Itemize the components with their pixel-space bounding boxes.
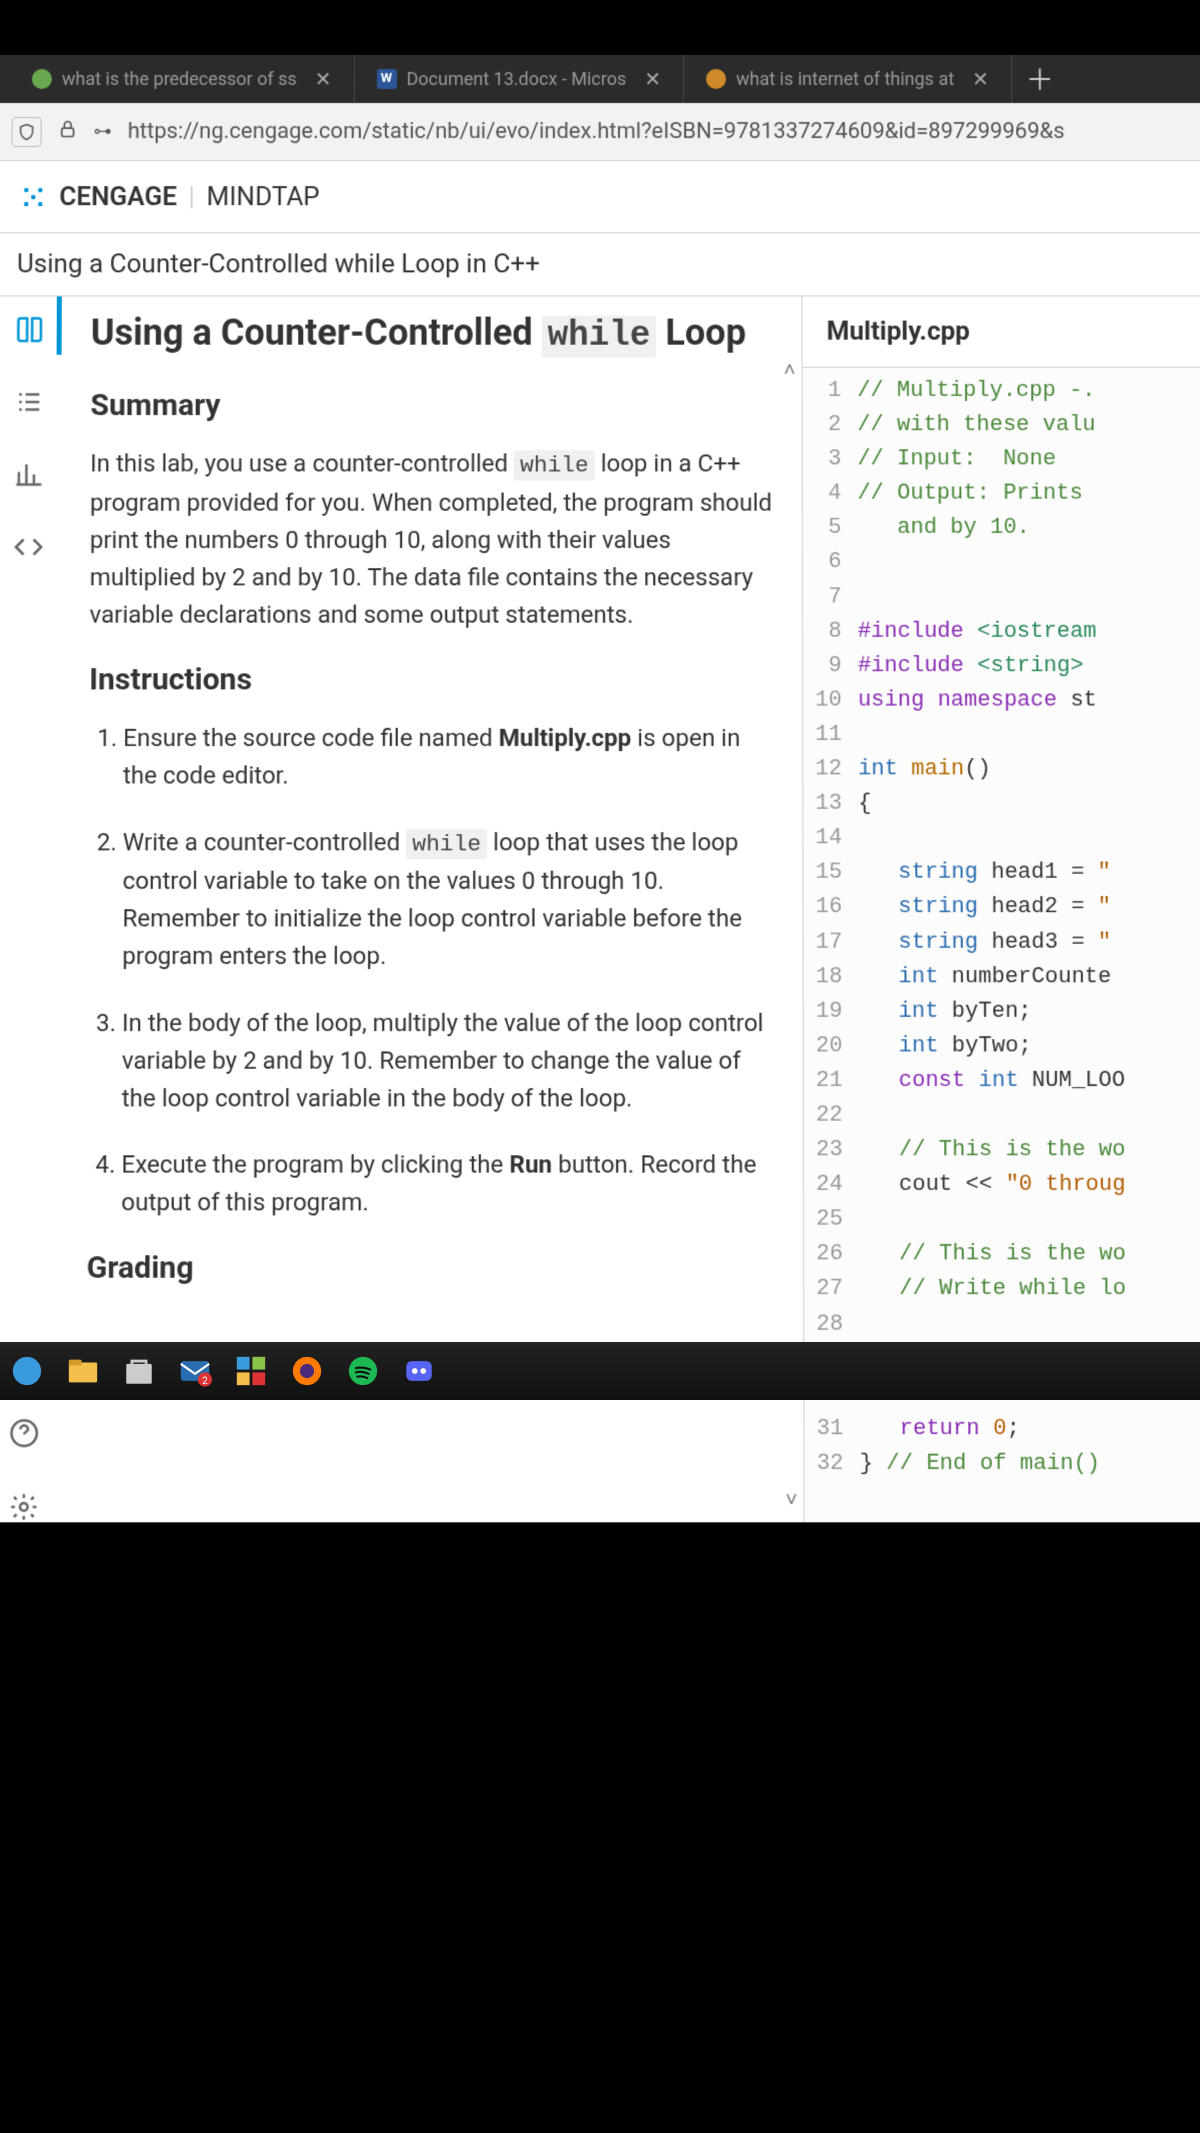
- list-item: Execute the program by clicking the Run …: [121, 1146, 775, 1222]
- list-item: In the body of the loop, multiply the va…: [122, 1004, 775, 1118]
- lesson-title: Using a Counter-Controlled while Loop in…: [0, 233, 1200, 296]
- address-bar: ⊶ https://ng.cengage.com/static/nb/ui/ev…: [0, 103, 1200, 161]
- firefox-icon[interactable]: [290, 1354, 324, 1388]
- left-icon-rail: [0, 296, 61, 1522]
- lock-icon[interactable]: [58, 119, 78, 145]
- tab-title: Document 13.docx - Micros: [406, 68, 626, 89]
- instructions-list: Ensure the source code file named Multip…: [87, 720, 775, 1222]
- browser-tab[interactable]: what is the predecessor of ss ✕: [10, 55, 355, 103]
- brand-cengage: CENGAGE: [59, 182, 177, 212]
- tab-favicon: [32, 69, 52, 89]
- code-icon[interactable]: [13, 532, 43, 562]
- checklist-icon[interactable]: [14, 387, 44, 417]
- svg-text:2: 2: [202, 1376, 208, 1387]
- discord-icon[interactable]: [402, 1354, 436, 1388]
- shield-icon[interactable]: [12, 117, 42, 147]
- spotify-icon[interactable]: [346, 1354, 380, 1388]
- cengage-header: CENGAGE | MINDTAP: [0, 161, 1200, 233]
- url-text[interactable]: https://ng.cengage.com/static/nb/ui/evo/…: [128, 119, 1189, 144]
- settings-icon[interactable]: [8, 1492, 39, 1523]
- brand-mindtap: MINDTAP: [207, 182, 320, 212]
- close-icon[interactable]: ✕: [315, 67, 332, 91]
- code-inline: while: [542, 316, 657, 358]
- browser-tab-strip: what is the predecessor of ss ✕ W Docume…: [0, 55, 1200, 103]
- tab-title: what is internet of things at: [736, 68, 954, 89]
- file-explorer-icon[interactable]: [66, 1354, 100, 1388]
- grading-heading: Grading: [87, 1251, 775, 1287]
- store-icon[interactable]: [122, 1354, 156, 1388]
- list-item: Write a counter-controlled while loop th…: [122, 824, 774, 976]
- editor-tab[interactable]: Multiply.cpp: [802, 296, 1200, 367]
- help-icon[interactable]: [8, 1418, 39, 1449]
- tab-favicon: [706, 69, 726, 89]
- site-settings-icon[interactable]: ⊶: [94, 121, 112, 142]
- close-icon[interactable]: ✕: [972, 67, 989, 91]
- scroll-up-icon[interactable]: ˄: [784, 357, 796, 382]
- cengage-logo-icon: [19, 183, 47, 211]
- chart-icon[interactable]: [13, 459, 43, 489]
- windows-taskbar: 2: [0, 1342, 1200, 1400]
- edge-icon[interactable]: [10, 1354, 44, 1388]
- list-item: Ensure the source code file named Multip…: [123, 720, 774, 795]
- lesson-heading: Using a Counter-Controlled while Loop: [91, 309, 774, 360]
- browser-tab[interactable]: W Document 13.docx - Micros ✕: [354, 55, 684, 103]
- close-icon[interactable]: ✕: [644, 67, 661, 91]
- book-icon[interactable]: [14, 315, 44, 345]
- tab-favicon: W: [376, 69, 396, 89]
- instructions-panel: ˄ Using a Counter-Controlled while Loop …: [55, 296, 804, 1522]
- code-editor-panel: Multiply.cpp 123456789101112131415161718…: [802, 296, 1200, 1522]
- photos-icon[interactable]: [234, 1354, 268, 1388]
- code-inline: while: [514, 450, 595, 480]
- mail-icon[interactable]: 2: [178, 1354, 212, 1388]
- new-tab-button[interactable]: ＋: [1012, 59, 1068, 99]
- scroll-down-icon[interactable]: ˅: [786, 1487, 798, 1513]
- summary-text: In this lab, you use a counter-controlle…: [89, 445, 773, 634]
- divider: |: [189, 182, 195, 212]
- summary-heading: Summary: [90, 388, 773, 423]
- tab-title: what is the predecessor of ss: [62, 68, 297, 89]
- code-inline: while: [406, 829, 487, 859]
- browser-tab[interactable]: what is internet of things at ✕: [684, 55, 1012, 103]
- instructions-heading: Instructions: [89, 662, 774, 697]
